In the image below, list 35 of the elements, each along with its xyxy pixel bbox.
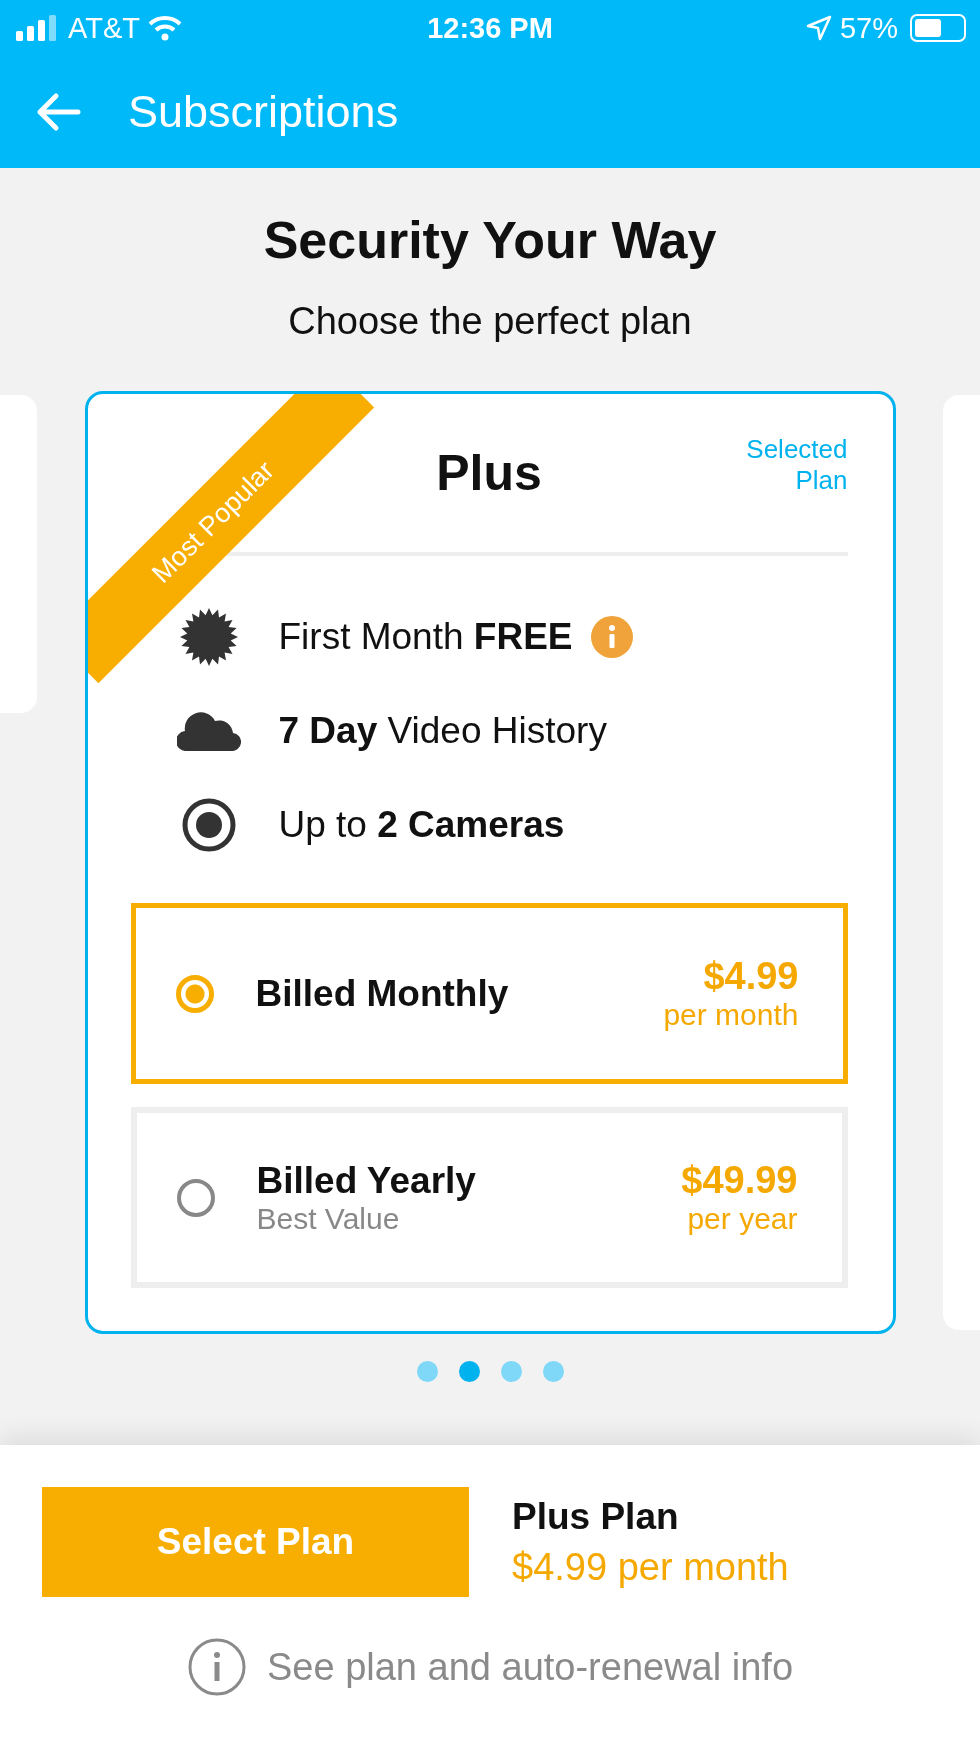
radio-button[interactable] — [176, 1178, 215, 1217]
info-icon[interactable] — [186, 1637, 247, 1697]
price: $4.99 — [703, 955, 799, 998]
billing-title: Billed Yearly — [256, 1159, 477, 1202]
page-subheading: Choose the perfect plan — [288, 300, 692, 343]
summary-plan-name: Plus Plan — [512, 1495, 680, 1538]
wifi-icon — [147, 15, 182, 41]
page-dot[interactable] — [458, 1361, 480, 1382]
billing-note: Best Value — [256, 1201, 401, 1236]
page-heading: Security Your Way — [263, 210, 717, 270]
billing-option[interactable]: Billed Yearly Best Value $49.99 per year — [130, 1107, 848, 1288]
page-dot[interactable] — [500, 1361, 522, 1382]
selected-plan-label: Selected Plan — [745, 434, 848, 496]
camera-lens-icon — [181, 798, 236, 852]
plan-name: Plus — [436, 444, 542, 502]
battery-percent: 57% — [839, 11, 898, 45]
cloud-icon — [176, 711, 241, 751]
info-icon[interactable] — [590, 616, 633, 658]
price-period: per year — [687, 1202, 798, 1236]
price: $49.99 — [681, 1159, 798, 1202]
feature-text: 7 Day Video History — [278, 710, 607, 752]
page-dot[interactable] — [542, 1361, 564, 1382]
screen-title: Subscriptions — [128, 86, 399, 138]
summary-price: $4.99 per month — [512, 1545, 789, 1589]
radio-button[interactable] — [175, 974, 214, 1013]
billing-option[interactable]: Billed Monthly $4.99 per month — [130, 903, 848, 1084]
starburst-icon — [178, 607, 239, 667]
status-time: 12:36 PM — [427, 11, 553, 45]
price-period: per month — [663, 998, 799, 1032]
location-arrow-icon — [805, 15, 832, 41]
page-dot[interactable] — [416, 1361, 438, 1382]
carrier-name: AT&T — [68, 11, 140, 45]
billing-title: Billed Monthly — [255, 972, 510, 1015]
battery-icon — [910, 14, 966, 42]
feature-text: Up to 2 Cameras — [278, 804, 565, 846]
